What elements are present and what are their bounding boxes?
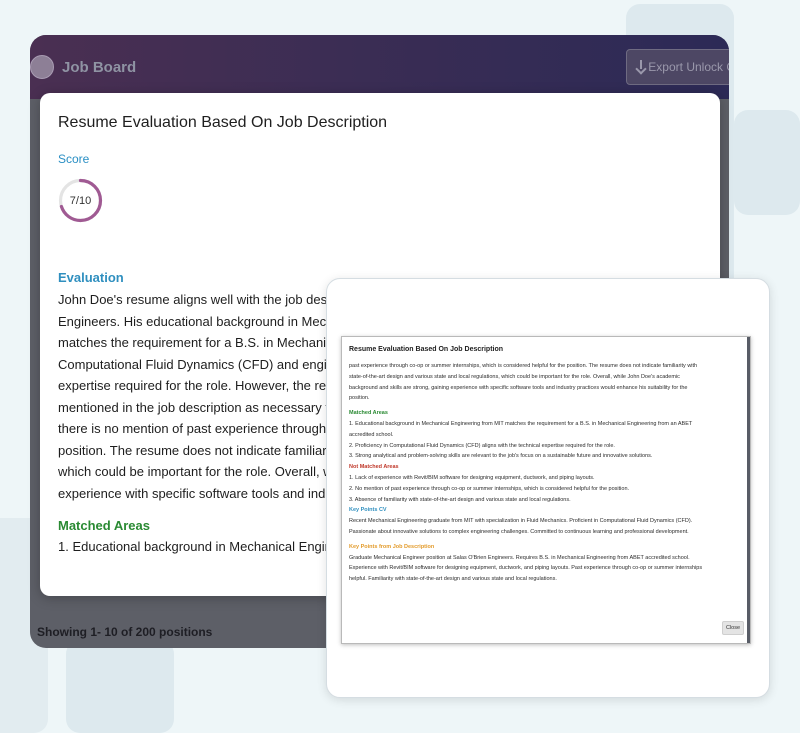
preview-title: Resume Evaluation Based On Job Descripti…: [349, 346, 504, 353]
logo-icon: [30, 55, 54, 79]
preview-job-line: Experience with Revit/BIM software for d…: [349, 565, 703, 572]
preview-body: past experience through co-op or summer …: [349, 361, 742, 585]
preview-not-matched-item: 3. Absence of familiarity with state-of-…: [349, 496, 571, 503]
preview-matched-item: 3. Strong analytical and problem-solving…: [349, 453, 653, 460]
preview-modal: Resume Evaluation Based On Job Descripti…: [341, 336, 751, 644]
preview-cv-heading: Key Points CV: [349, 507, 387, 514]
preview-job-heading: Key Points from Job Description: [349, 543, 435, 550]
background-decoration: [66, 640, 174, 733]
preview-evaluation-line: past experience through co-op or summer …: [349, 363, 698, 369]
preview-evaluation-line: state-of-the-art design and various stat…: [349, 373, 680, 380]
export-button-label: Export Unlock C: [648, 60, 729, 74]
evaluation-heading: Evaluation: [58, 270, 124, 285]
app-title: Job Board: [62, 59, 137, 76]
preview-not-matched-list: 1. Lack of experience with Revit/BIM sof…: [349, 473, 742, 505]
preview-not-matched-heading: Not Matched Areas: [349, 464, 399, 471]
preview-evaluation-line: background and skills are strong, gainin…: [349, 384, 688, 391]
preview-not-matched-item: 1. Lack of experience with Revit/BIM sof…: [349, 474, 595, 481]
score-value: 7/10: [69, 194, 92, 207]
preview-matched-item: 2. Proficiency in Computational Fluid Dy…: [349, 442, 615, 449]
preview-matched-heading: Matched Areas: [349, 410, 388, 417]
close-button[interactable]: Close: [722, 621, 744, 635]
preview-matched-item: 1. Educational background in Mechanical …: [349, 420, 693, 427]
preview-cv-list: Recent Mechanical Engineering graduate f…: [349, 516, 742, 538]
preview-evaluation: past experience through co-op or summer …: [349, 361, 742, 404]
preview-cv-line: Passionate about innovative solutions to…: [349, 528, 689, 535]
background-decoration: [734, 110, 800, 215]
matched-area-item: 1. Educational background in Mechanical …: [58, 539, 347, 554]
preview-cv-line: Recent Mechanical Engineering graduate f…: [349, 518, 693, 525]
preview-frame: Resume Evaluation Based On Job Descripti…: [326, 278, 770, 698]
preview-not-matched-item: 2. No mention of past experience through…: [349, 485, 630, 492]
preview-job-line: helpful. Familiarity with state-of-the-a…: [349, 576, 557, 583]
preview-matched-item: accredited school.: [349, 431, 394, 438]
pagination-summary: Showing 1- 10 of 200 positions: [37, 625, 213, 639]
modal-title: Resume Evaluation Based On Job Descripti…: [58, 114, 388, 131]
preview-job-line: Graduate Mechanical Engineer position at…: [349, 554, 690, 561]
preview-evaluation-line: position.: [349, 395, 370, 402]
download-icon: [635, 60, 643, 74]
matched-areas-heading: Matched Areas: [58, 518, 150, 533]
scroll-edge: [747, 337, 750, 643]
preview-job-list: Graduate Mechanical Engineer position at…: [349, 553, 742, 585]
app-header: Job Board Export Unlock C: [30, 35, 729, 99]
preview-matched-list: 1. Educational background in Mechanical …: [349, 419, 742, 462]
export-unlock-button[interactable]: Export Unlock C: [626, 49, 729, 85]
score-label: Score: [58, 152, 90, 166]
